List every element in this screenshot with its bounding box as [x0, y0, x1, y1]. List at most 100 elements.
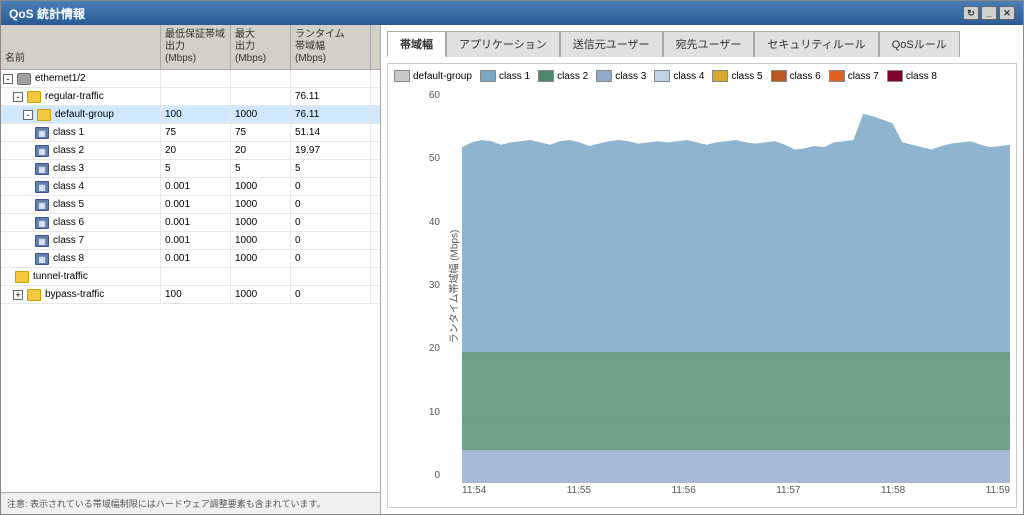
row-min	[161, 268, 231, 285]
table-header: 名前 最低保証帯域出力(Mbps) 最大出力(Mbps) ランタイム帯域幅(Mb…	[1, 25, 380, 70]
legend-label-class5: class 5	[731, 71, 762, 82]
row-runtime	[291, 70, 371, 87]
tab-source-user[interactable]: 送信元ユーザー	[560, 31, 663, 57]
row-max: 1000	[231, 106, 291, 123]
y-label-40: 40	[429, 217, 440, 228]
footer-text: 注意: 表示されている帯域幅制限にはハードウェア調整要素も含まれています。	[7, 499, 326, 509]
table-row[interactable]: - ethernet1/2	[1, 70, 380, 88]
row-max: 5	[231, 160, 291, 177]
table-row[interactable]: ▦ class 3 5 5 5	[1, 160, 380, 178]
refresh-button[interactable]: ↻	[963, 6, 979, 20]
row-max	[231, 268, 291, 285]
tab-bar: 帯域幅 アプリケーション 送信元ユーザー 宛先ユーザー セキュリティルール Qo…	[387, 31, 1017, 57]
row-min: 75	[161, 124, 231, 141]
expand-icon[interactable]: -	[3, 74, 13, 84]
legend-item-default: default-group	[394, 70, 472, 82]
legend-item-class2: class 2	[538, 70, 588, 82]
row-min	[161, 70, 231, 87]
row-runtime: 0	[291, 214, 371, 231]
y-label-50: 50	[429, 153, 440, 164]
table-row[interactable]: ▦ class 7 0.001 1000 0	[1, 232, 380, 250]
legend-item-class8: class 8	[887, 70, 937, 82]
legend-label-class6: class 6	[790, 71, 821, 82]
col-min-bw: 最低保証帯域出力(Mbps)	[161, 25, 231, 69]
expand-icon[interactable]: -	[13, 92, 23, 102]
legend-label-class8: class 8	[906, 71, 937, 82]
legend-item-class1: class 1	[480, 70, 530, 82]
expand-icon[interactable]: -	[23, 110, 33, 120]
chart-legend: default-group class 1 class 2 class 3	[394, 70, 1010, 82]
row-runtime: 5	[291, 160, 371, 177]
window-title: QoS 統計情報	[9, 5, 85, 22]
tab-dest-user[interactable]: 宛先ユーザー	[663, 31, 755, 57]
table-row[interactable]: ▦ class 6 0.001 1000 0	[1, 214, 380, 232]
tab-qos-rule[interactable]: QoSルール	[879, 31, 960, 57]
legend-item-class4: class 4	[654, 70, 704, 82]
x-label-1154: 11:54	[462, 485, 486, 501]
y-axis-title: ランタイム帯域幅 (Mbps)	[446, 230, 461, 344]
legend-item-class6: class 6	[771, 70, 821, 82]
legend-color-default	[394, 70, 410, 82]
x-label-1155: 11:55	[567, 485, 591, 501]
expand-icon[interactable]: +	[13, 290, 23, 300]
chart-svg-container: ランタイム帯域幅 (Mbps)	[444, 90, 1010, 483]
y-label-20: 20	[429, 343, 440, 354]
row-runtime: 76.11	[291, 88, 371, 105]
row-name-ethernet: - ethernet1/2	[1, 70, 161, 87]
row-name-class5: ▦ class 5	[1, 196, 161, 213]
row-min: 0.001	[161, 232, 231, 249]
legend-label-class1: class 1	[499, 71, 530, 82]
table-row[interactable]: ▦ class 5 0.001 1000 0	[1, 196, 380, 214]
y-label-60: 60	[429, 90, 440, 101]
row-min: 100	[161, 286, 231, 303]
x-label-1157: 11:57	[776, 485, 800, 501]
legend-color-class5	[712, 70, 728, 82]
y-axis-title-container: ランタイム帯域幅 (Mbps)	[444, 90, 462, 483]
legend-color-class3	[596, 70, 612, 82]
table-row[interactable]: + bypass-traffic 100 1000 0	[1, 286, 380, 304]
legend-item-class3: class 3	[596, 70, 646, 82]
table-footer: 注意: 表示されている帯域幅制限にはハードウェア調整要素も含まれています。	[1, 492, 380, 514]
row-name-class3: ▦ class 3	[1, 160, 161, 177]
table-row[interactable]: ▦ class 8 0.001 1000 0	[1, 250, 380, 268]
legend-color-class6	[771, 70, 787, 82]
y-label-30: 30	[429, 280, 440, 291]
table-row[interactable]: ▦ class 4 0.001 1000 0	[1, 178, 380, 196]
chart-svg	[462, 90, 1010, 483]
row-max: 1000	[231, 196, 291, 213]
row-name-default-group: - default-group	[1, 106, 161, 123]
tab-application[interactable]: アプリケーション	[446, 31, 560, 57]
left-panel: 名前 最低保証帯域出力(Mbps) 最大出力(Mbps) ランタイム帯域幅(Mb…	[1, 25, 381, 514]
legend-color-class4	[654, 70, 670, 82]
row-max: 20	[231, 142, 291, 159]
table-row[interactable]: - regular-traffic 76.11	[1, 88, 380, 106]
row-min	[161, 88, 231, 105]
row-name-class2: ▦ class 2	[1, 142, 161, 159]
tab-bandwidth[interactable]: 帯域幅	[387, 31, 446, 57]
row-min: 5	[161, 160, 231, 177]
legend-item-class7: class 7	[829, 70, 879, 82]
chart-area: default-group class 1 class 2 class 3	[387, 63, 1017, 508]
legend-label-class4: class 4	[673, 71, 704, 82]
col-runtime: ランタイム帯域幅(Mbps)	[291, 25, 371, 69]
row-name-bypass: + bypass-traffic	[1, 286, 161, 303]
table-row[interactable]: tunnel-traffic	[1, 268, 380, 286]
table-row[interactable]: ▦ class 2 20 20 19.97	[1, 142, 380, 160]
close-button[interactable]: ✕	[999, 6, 1015, 20]
row-min: 0.001	[161, 250, 231, 267]
row-min: 0.001	[161, 196, 231, 213]
row-min: 0.001	[161, 214, 231, 231]
row-name-regular: - regular-traffic	[1, 88, 161, 105]
col-max-out: 最大出力(Mbps)	[231, 25, 291, 69]
col-name: 名前	[1, 25, 161, 69]
right-panel: 帯域幅 アプリケーション 送信元ユーザー 宛先ユーザー セキュリティルール Qo…	[381, 25, 1023, 514]
table-row[interactable]: ▦ class 1 75 75 51.14	[1, 124, 380, 142]
minimize-button[interactable]: _	[981, 6, 997, 20]
row-min: 0.001	[161, 178, 231, 195]
row-name-class6: ▦ class 6	[1, 214, 161, 231]
table-row[interactable]: - default-group 100 1000 76.11	[1, 106, 380, 124]
x-label-1158: 11:58	[881, 485, 905, 501]
row-runtime: 19.97	[291, 142, 371, 159]
tab-security-rule[interactable]: セキュリティルール	[754, 31, 878, 57]
row-max: 1000	[231, 214, 291, 231]
